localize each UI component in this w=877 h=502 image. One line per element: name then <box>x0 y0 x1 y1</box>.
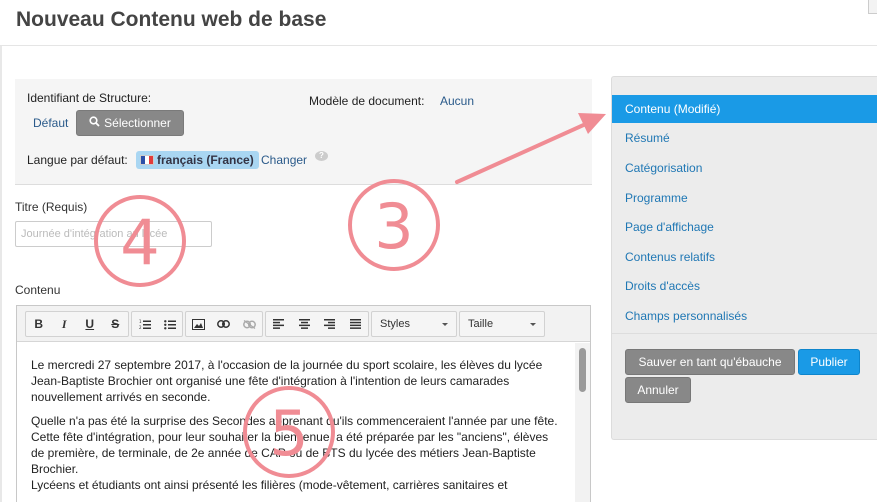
toolbar-format-group: B I U S <box>25 311 129 337</box>
align-left-icon[interactable] <box>266 312 292 336</box>
chevron-down-icon <box>530 323 536 326</box>
window-corner <box>868 0 877 14</box>
default-language-label: Langue par défaut: <box>27 153 128 167</box>
search-icon <box>89 116 100 130</box>
editor-paragraph: Le mercredi 27 septembre 2017, à l'occas… <box>31 358 543 404</box>
content-field-label: Contenu <box>15 283 61 297</box>
template-label: Modèle de document: <box>309 94 425 108</box>
sidebar-item-contenus-relatifs[interactable]: Contenus relatifs <box>612 243 877 271</box>
strikethrough-button[interactable]: S <box>103 312 129 336</box>
unlink-icon <box>237 312 262 336</box>
styles-dropdown-label: Styles <box>380 318 410 330</box>
structure-id-label: Identifiant de Structure: <box>27 91 152 105</box>
link-icon[interactable] <box>211 312 236 336</box>
sidebar-item-categorisation[interactable]: Catégorisation <box>612 154 877 182</box>
title-field-label: Titre (Requis) <box>15 200 88 214</box>
language-badge: français (France) <box>136 151 259 169</box>
sidebar-item-contenu[interactable]: Contenu (Modifié) <box>612 95 877 123</box>
editor-content-area[interactable]: Le mercredi 27 septembre 2017, à l'occas… <box>17 343 575 502</box>
select-structure-button[interactable]: Sélectionner <box>76 110 184 136</box>
numbered-list-icon[interactable]: 12 <box>132 312 157 336</box>
editor-paragraph: Quelle n'a pas été la surprise des Secon… <box>31 414 558 476</box>
change-language-link[interactable]: Changer <box>261 153 307 167</box>
save-draft-button[interactable]: Sauver en tant qu'ébauche <box>625 349 795 375</box>
cancel-button[interactable]: Annuler <box>625 377 691 403</box>
default-structure-link[interactable]: Défaut <box>33 116 68 130</box>
svg-text:1: 1 <box>139 319 142 324</box>
sidebar-divider <box>612 333 877 334</box>
align-center-icon[interactable] <box>292 312 318 336</box>
image-icon[interactable] <box>186 312 211 336</box>
sidebar-item-droits-acces[interactable]: Droits d'accès <box>612 272 877 300</box>
form-navigation-sidebar: Contenu (Modifié) Résumé Catégorisation … <box>611 76 877 440</box>
align-right-icon[interactable] <box>317 312 343 336</box>
svg-text:2: 2 <box>139 325 142 330</box>
sidebar-item-champs-personnalises[interactable]: Champs personnalisés <box>612 302 877 330</box>
bulleted-list-icon[interactable] <box>157 312 182 336</box>
rich-text-editor: B I U S 12 Styles Taille Le mercredi 27 … <box>16 305 591 502</box>
select-structure-label: Sélectionner <box>104 116 171 130</box>
toolbar-insert-group <box>185 311 263 337</box>
template-value-link[interactable]: Aucun <box>440 94 474 108</box>
sidebar-item-page-affichage[interactable]: Page d'affichage <box>612 213 877 241</box>
language-value: français (France) <box>157 153 254 167</box>
sidebar-item-resume[interactable]: Résumé <box>612 124 877 152</box>
chevron-down-icon <box>442 323 448 326</box>
size-dropdown-label: Taille <box>468 318 494 330</box>
editor-scrollbar[interactable] <box>575 343 590 502</box>
editor-toolbar: B I U S 12 Styles Taille <box>17 306 590 342</box>
france-flag-icon <box>140 155 154 165</box>
toolbar-align-group <box>265 311 369 337</box>
page-title: Nouveau Contenu web de base <box>16 8 327 31</box>
page-header: Nouveau Contenu web de base <box>0 0 877 46</box>
size-dropdown[interactable]: Taille <box>459 311 545 337</box>
align-justify-icon[interactable] <box>343 312 369 336</box>
title-input[interactable] <box>15 221 212 247</box>
scrollbar-thumb[interactable] <box>579 348 586 392</box>
help-icon[interactable]: ? <box>315 151 328 161</box>
bold-button[interactable]: B <box>26 312 52 336</box>
publish-button[interactable]: Publier <box>798 349 860 375</box>
editor-paragraph: Lycéens et étudiants ont ainsi présenté … <box>31 478 508 492</box>
toolbar-list-group: 12 <box>131 311 183 337</box>
styles-dropdown[interactable]: Styles <box>371 311 457 337</box>
structure-panel: Identifiant de Structure: Défaut Sélecti… <box>15 79 592 185</box>
annotation-circle-3 <box>348 179 440 271</box>
window-left-edge <box>0 0 2 502</box>
underline-button[interactable]: U <box>77 312 103 336</box>
italic-button[interactable]: I <box>52 312 78 336</box>
annotation-number-3: 3 <box>374 190 413 263</box>
sidebar-item-programme[interactable]: Programme <box>612 184 877 212</box>
